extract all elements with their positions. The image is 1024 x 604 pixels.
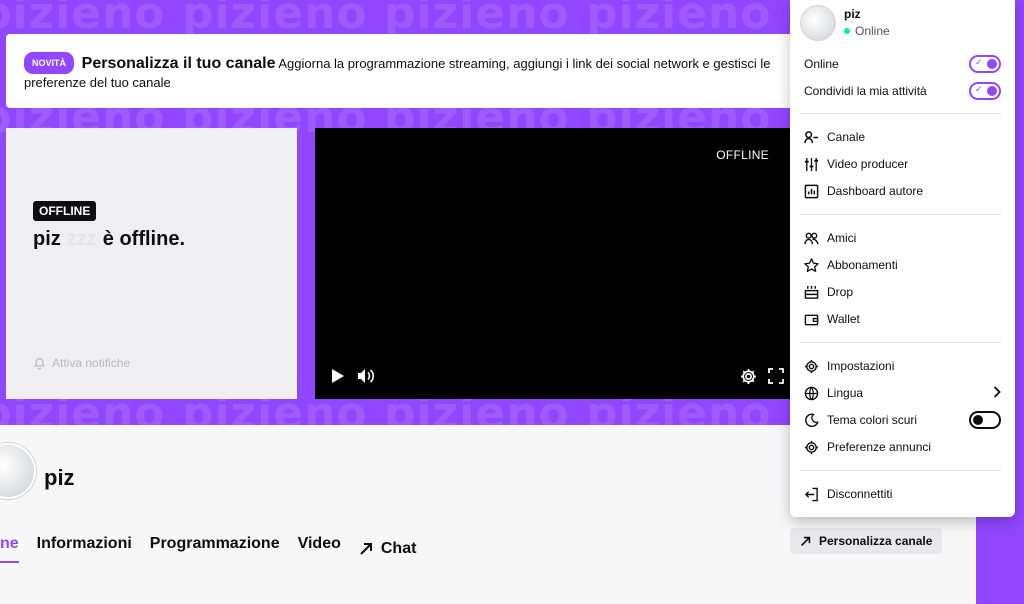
menu-item-channel[interactable]: Canale [804,127,1001,147]
wallet-icon [804,314,819,325]
customize-channel-label: Personalizza canale [819,534,933,548]
new-badge: NOVITÀ [24,52,75,74]
volume-button[interactable] [357,368,374,384]
arrow-up-right-icon [360,543,372,555]
tab-chat-label: Chat [380,540,417,557]
tab-about[interactable]: Informazioni [37,535,132,563]
drops-icon [804,285,819,299]
user-menu: piz Online Online ✓ Condividi la mia att… [790,0,1015,517]
toggle-online-label: Online [804,57,839,71]
friends-icon [804,232,819,244]
menu-item-channel-label: Canale [827,130,866,144]
menu-item-settings[interactable]: Impostazioni [804,356,1001,376]
settings-button[interactable] [740,368,757,385]
toggle-share-label: Condividi la mia attività [804,84,927,98]
menu-item-subscriptions-label: Abbonamenti [827,258,898,272]
dashboard-icon [804,184,819,198]
offline-panel: OFFLINE piz zzz è offline. Attiva notifich… [6,128,297,399]
menu-item-language[interactable]: Lingua [804,383,1001,403]
volume-icon [358,369,374,383]
channel-avatar[interactable] [0,443,36,499]
gear-icon [804,440,819,454]
notify-button[interactable]: Attiva notifiche [33,356,130,370]
menu-item-ad-preferences-label: Preferenze annunci [827,440,932,454]
menu-divider [800,214,1001,215]
channel-tabs: ne Informazioni Programmazione Video Cha… [0,535,434,563]
menu-header: piz Online [800,5,890,41]
menu-divider [800,113,1001,114]
menu-item-creator-dashboard-label: Dashboard autore [827,184,924,198]
toggle-row-share-activity[interactable]: Condividi la mia attività ✓ [804,81,1001,101]
chevron-right-icon [993,385,1001,401]
menu-item-video-producer-label: Video producer [827,157,909,171]
moon-icon [805,413,819,427]
offline-channel-name: piz [33,228,61,250]
customize-channel-button[interactable]: Personalizza canale [790,528,942,554]
tab-schedule[interactable]: Programmazione [150,535,280,563]
star-icon [804,257,819,272]
channel-name: piz [44,465,75,490]
menu-divider [800,342,1001,343]
toggle-row-online[interactable]: Online ✓ [804,54,1001,74]
menu-divider [800,470,1001,471]
online-dot-icon [844,28,850,34]
player-status: OFFLINE [716,148,769,162]
menu-item-friends[interactable]: Amici [804,228,1001,248]
menu-item-subscriptions[interactable]: Abbonamenti [804,255,1001,275]
dark-theme-toggle[interactable] [969,411,1001,429]
share-activity-toggle[interactable]: ✓ [969,82,1001,100]
tab-chat[interactable]: Chat [359,535,417,563]
gear-icon [741,369,756,384]
menu-avatar [800,5,836,41]
menu-item-creator-dashboard[interactable]: Dashboard autore [804,181,1001,201]
blurred-text: zzz [66,228,97,250]
menu-item-ad-preferences[interactable]: Preferenze annunci [804,437,1001,457]
globe-icon [804,386,819,400]
offline-tag: OFFLINE [33,201,97,221]
menu-item-drops-label: Drop [827,285,854,299]
video-player[interactable]: OFFLINE [315,128,790,399]
customize-notice[interactable]: NOVITÀ Personalizza il tuo canale Aggior… [6,34,796,108]
menu-item-drops[interactable]: Drop [804,282,1001,302]
person-broadcast-icon [804,130,819,143]
menu-status: Online [844,24,890,38]
gear-icon [804,359,819,373]
menu-item-wallet[interactable]: Wallet [804,309,1001,329]
fullscreen-icon [768,368,784,384]
arrow-up-right-icon [801,536,811,546]
sliders-icon [804,157,819,171]
notice-title: Personalizza il tuo canale [81,55,276,72]
tab-videos[interactable]: Video [298,535,341,563]
offline-status: è offline. [102,228,186,250]
play-button[interactable] [331,368,345,384]
play-icon [332,369,344,383]
menu-username: piz [844,7,861,21]
menu-item-friends-label: Amici [827,231,857,245]
tab-home[interactable]: ne [0,535,19,563]
menu-item-settings-label: Impostazioni [827,359,895,373]
notify-label: Attiva notifiche [52,356,131,370]
bell-icon [33,357,46,369]
online-toggle[interactable]: ✓ [969,55,1001,73]
offline-message: piz zzz è offline. [33,228,185,251]
menu-item-dark-theme-label: Tema colori scuri [827,413,918,427]
menu-item-video-producer[interactable]: Video producer [804,154,1001,174]
menu-item-dark-theme[interactable]: Tema colori scuri [804,410,1001,430]
fullscreen-button[interactable] [768,368,784,384]
menu-item-language-label: Lingua [827,386,864,400]
menu-item-wallet-label: Wallet [827,312,860,326]
menu-status-label: Online [855,24,890,38]
menu-item-logout-label: Disconnettiti [827,487,893,501]
logout-icon [804,487,818,501]
menu-item-logout[interactable]: Disconnettiti [804,484,1001,504]
